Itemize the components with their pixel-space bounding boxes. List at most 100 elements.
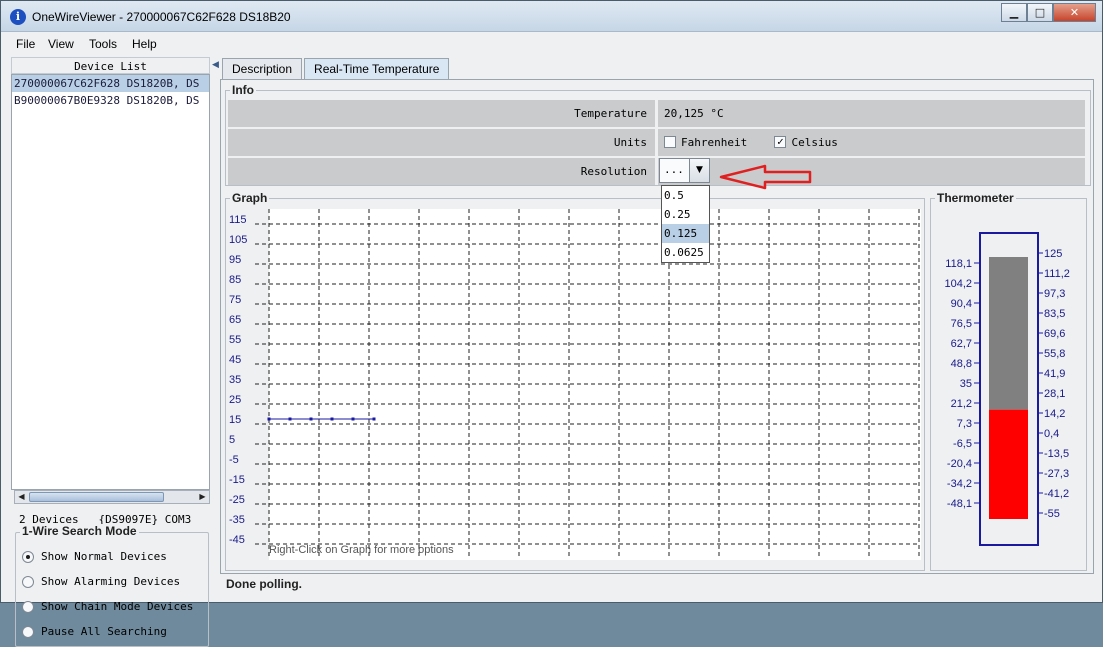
scroll-left-icon[interactable]: ◀ <box>15 491 28 503</box>
tab-real-time-temperature[interactable]: Real-Time Temperature <box>304 58 450 80</box>
collapse-left-icon[interactable]: ◀ <box>212 60 219 70</box>
temperature-row: Temperature 20,125 °C <box>228 100 1085 127</box>
graph-y-tick-label: 45 <box>229 354 241 366</box>
graph-y-tick-label: 55 <box>229 334 241 346</box>
window-title: OneWireViewer - 270000067C62F628 DS18B20 <box>32 10 291 24</box>
menu-help[interactable]: Help <box>132 37 157 51</box>
search-mode-title: 1-Wire Search Mode <box>20 524 139 538</box>
thermometer-fahrenheit-label: -20,4 <box>947 458 972 470</box>
radio-button[interactable] <box>22 600 34 613</box>
thermometer-title: Thermometer <box>935 191 1016 205</box>
search-mode-group: 1-Wire Search Mode Show Normal Devices S… <box>15 524 209 647</box>
fahrenheit-label: Fahrenheit <box>681 136 748 149</box>
thermometer-celsius-label: 55,8 <box>1044 348 1065 360</box>
radio-button[interactable] <box>22 575 34 588</box>
device-list-item[interactable]: B90000067B0E9328 DS1820B, DS <box>12 92 209 109</box>
menu-bar: File View Tools Help <box>1 33 1102 55</box>
thermometer-celsius-label: -27,3 <box>1044 468 1069 480</box>
graph-y-tick-label: 35 <box>229 374 241 386</box>
thermometer-fahrenheit-label: 7,3 <box>957 418 972 430</box>
graph-data-point <box>351 417 355 421</box>
thermometer-celsius-label: 69,6 <box>1044 328 1065 340</box>
resolution-option[interactable]: 0.5 <box>662 186 709 205</box>
radio-label: Show Normal Devices <box>41 550 167 563</box>
resolution-option[interactable]: 0.25 <box>662 205 709 224</box>
menu-tools[interactable]: Tools <box>89 37 117 51</box>
graph-data-point <box>267 417 271 421</box>
graph-y-tick-label: -5 <box>229 454 239 466</box>
annotation-arrow-icon <box>719 164 812 190</box>
radio-show-alarming[interactable]: Show Alarming Devices <box>22 575 180 588</box>
thermometer-celsius-label: -55 <box>1044 508 1060 520</box>
units-row: Units Fahrenheit ✓ Celsius <box>228 129 1085 156</box>
thermometer-fahrenheit-label: 118,1 <box>945 258 972 270</box>
thermometer-fahrenheit-label: -48,1 <box>947 498 972 510</box>
device-list-hscrollbar[interactable]: ◀ ▶ <box>14 490 210 504</box>
thermometer-fahrenheit-label: 48,8 <box>951 358 972 370</box>
tab-description[interactable]: Description <box>222 58 303 80</box>
thermometer-celsius-label: -41,2 <box>1044 488 1069 500</box>
temperature-graph[interactable]: 115 105 95 85 75 65 55 45 35 25 15 5 -5 -15 -25 -35 -45 R… <box>227 206 923 569</box>
graph-y-tick-label: 75 <box>229 294 241 306</box>
radio-pause-all[interactable]: Pause All Searching <box>22 625 167 638</box>
temperature-value: 20,125 °C <box>658 100 1085 127</box>
radio-label: Show Chain Mode Devices <box>41 600 194 613</box>
left-panel: Device List ◀ 270000067C62F628 DS1820B, … <box>11 57 219 647</box>
units-value: Fahrenheit ✓ Celsius <box>658 129 1085 156</box>
radio-label: Pause All Searching <box>41 625 167 638</box>
resolution-option[interactable]: 0.0625 <box>662 243 709 262</box>
thermometer-celsius-label: 111,2 <box>1044 268 1070 280</box>
resolution-row: Resolution <box>228 158 1085 185</box>
graph-y-tick-label: 115 <box>229 214 247 226</box>
fahrenheit-checkbox[interactable] <box>664 136 676 148</box>
maximize-button[interactable]: □ <box>1027 3 1053 22</box>
radio-button[interactable] <box>22 625 34 638</box>
units-label: Units <box>228 129 655 156</box>
menu-view[interactable]: View <box>48 37 74 51</box>
dropdown-arrow-icon[interactable]: ▼ <box>689 159 709 182</box>
thermometer-fahrenheit-label: -34,2 <box>947 478 972 490</box>
radio-show-normal[interactable]: Show Normal Devices <box>22 550 167 563</box>
thermometer-fahrenheit-label: 76,5 <box>951 318 972 330</box>
thermometer-fahrenheit-label: 35 <box>960 378 972 390</box>
graph-y-tick-label: 15 <box>229 414 241 426</box>
thermometer-fahrenheit-label: 90,4 <box>951 298 972 310</box>
thermometer-celsius-label: 125 <box>1044 248 1062 260</box>
thermometer-celsius-label: 0,4 <box>1044 428 1059 440</box>
device-list[interactable]: 270000067C62F628 DS1820B, DS B90000067B0… <box>11 74 210 490</box>
celsius-checkbox[interactable]: ✓ <box>774 136 787 148</box>
graph-hint: Right-Click on Graph for more options <box>269 544 454 556</box>
graph-y-tick-label: -35 <box>229 514 245 526</box>
thermometer-celsius-label: 28,1 <box>1044 388 1065 400</box>
thermometer-fahrenheit-label: 62,7 <box>951 338 972 350</box>
graph-data-point <box>288 417 292 421</box>
resolution-option[interactable]: 0.125 <box>662 224 709 243</box>
graph-y-tick-label: -45 <box>229 534 245 546</box>
radio-label: Show Alarming Devices <box>41 575 181 588</box>
thermometer-celsius-label: 41,9 <box>1044 368 1065 380</box>
device-list-item[interactable]: 270000067C62F628 DS1820B, DS <box>12 75 209 92</box>
radio-button[interactable] <box>22 550 34 563</box>
scroll-right-icon[interactable]: ▶ <box>196 491 209 503</box>
graph-y-tick-label: 65 <box>229 314 241 326</box>
scroll-thumb[interactable] <box>29 492 164 502</box>
adapter-port: COM3 <box>164 513 192 526</box>
thermometer-celsius-label: 14,2 <box>1044 408 1065 420</box>
app-info-icon: i <box>10 9 26 25</box>
title-bar: i OneWireViewer - 270000067C62F628 DS18B… <box>1 1 1102 32</box>
close-button[interactable]: ✕ <box>1053 3 1096 22</box>
thermometer-empty <box>989 257 1028 410</box>
menu-file[interactable]: File <box>16 37 35 51</box>
graph-y-tick-label: -25 <box>229 494 245 506</box>
thermometer-celsius-label: -13,5 <box>1044 448 1069 460</box>
thermometer-fahrenheit-label: -6,5 <box>953 438 972 450</box>
thermometer-fahrenheit-label: 104,2 <box>944 278 972 290</box>
minimize-button[interactable]: ▁ <box>1001 3 1027 22</box>
graph-y-tick-label: 95 <box>229 254 241 266</box>
thermometer-fahrenheit-label: 21,2 <box>951 398 972 410</box>
graph-y-tick-label: 85 <box>229 274 241 286</box>
resolution-combo[interactable]: ... ▼ <box>659 158 710 183</box>
radio-show-chain[interactable]: Show Chain Mode Devices <box>22 600 193 613</box>
resolution-dropdown-list[interactable]: 0.5 0.25 0.125 0.0625 <box>661 185 710 263</box>
graph-y-tick-label: 25 <box>229 394 241 406</box>
